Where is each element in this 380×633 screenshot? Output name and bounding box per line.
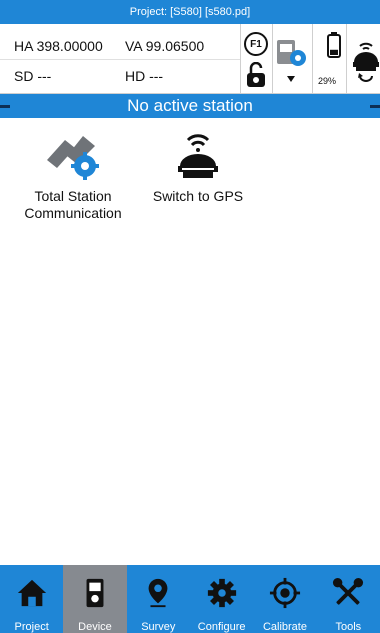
battery-percent: 29% — [318, 76, 337, 86]
app-label: Communication — [24, 205, 122, 221]
nav-label: Configure — [197, 621, 246, 633]
unlock-icon[interactable] — [246, 62, 266, 88]
status-panel: HA 398.00000 VA 99.06500 SD --- HD --- F… — [0, 24, 380, 94]
battery-icon — [327, 32, 341, 58]
app-label: Total Station — [34, 188, 112, 204]
gear-icon — [207, 578, 236, 608]
status-divider — [240, 24, 241, 94]
nav-device[interactable]: Device — [63, 565, 127, 633]
nav-tools[interactable]: Tools — [317, 565, 380, 633]
app-label: Switch to GPS — [152, 188, 244, 204]
nav-label: Tools — [335, 621, 362, 633]
nav-label: Survey — [141, 621, 176, 633]
gps-receiver-icon — [178, 134, 218, 178]
crosshair-icon — [269, 577, 301, 609]
hd-readout: HD --- — [125, 68, 164, 84]
station-status-bar[interactable]: No active station — [0, 94, 380, 118]
nav-project[interactable]: Project — [0, 565, 63, 633]
station-status-text: No active station — [127, 96, 253, 115]
device-icon — [86, 578, 104, 608]
map-pin-icon — [148, 578, 168, 608]
status-divider — [312, 24, 313, 94]
f1-button[interactable]: F1 — [244, 32, 268, 56]
project-title-bar: Project: [S580] [s580.pd] — [0, 0, 380, 24]
nav-configure[interactable]: Configure — [190, 565, 253, 633]
project-title: Project: [S580] [s580.pd] — [129, 6, 251, 18]
va-readout: VA 99.06500 — [125, 38, 205, 54]
switch-to-gps-tile[interactable]: Switch to GPS — [148, 130, 248, 205]
nav-survey[interactable]: Survey — [127, 565, 190, 633]
tools-icon — [333, 577, 364, 605]
total-station-communication-icon — [47, 136, 99, 180]
sd-readout: SD --- — [14, 68, 52, 84]
left-arrow-icon[interactable] — [0, 105, 10, 108]
instrument-settings-icon[interactable] — [275, 36, 309, 70]
nav-label: Device — [78, 621, 112, 633]
nav-calibrate[interactable]: Calibrate — [253, 565, 316, 633]
status-divider — [346, 24, 347, 94]
nav-label: Project — [14, 621, 49, 633]
bottom-nav: Project Device Survey Configure Calibrat… — [0, 565, 380, 633]
right-arrow-icon[interactable] — [370, 105, 380, 108]
status-divider — [272, 24, 273, 94]
nav-label: Calibrate — [262, 621, 307, 633]
home-icon — [17, 579, 46, 607]
chevron-down-icon[interactable] — [287, 76, 295, 82]
f1-label: F1 — [250, 38, 262, 50]
ha-readout: HA 398.00000 — [14, 38, 103, 54]
status-divider — [0, 59, 240, 60]
gps-receiver-icon[interactable] — [350, 38, 380, 86]
total-station-communication-tile[interactable]: Total Station Communication — [18, 130, 128, 222]
